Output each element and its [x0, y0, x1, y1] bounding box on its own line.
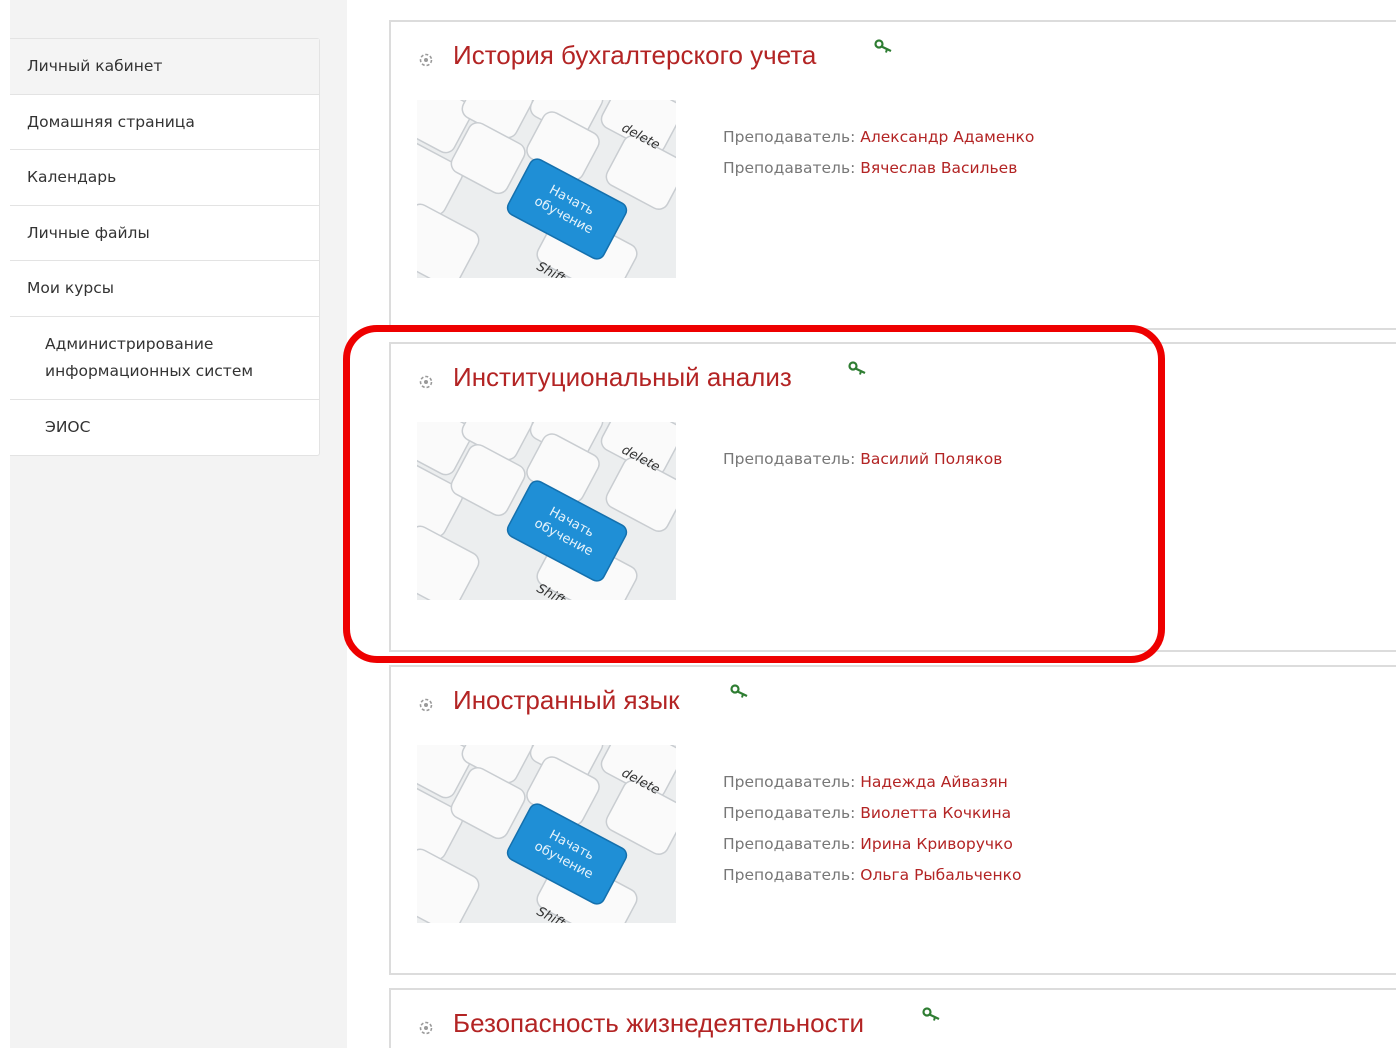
nav-item-home-page[interactable]: Домашняя страница — [10, 95, 319, 150]
left-edge-strip — [0, 0, 10, 1048]
teacher-row: Преподаватель: Вячеслав Васильев — [723, 153, 1034, 184]
teacher-role: Преподаватель: — [723, 773, 856, 791]
teacher-role: Преподаватель: — [723, 835, 856, 853]
course-icon — [419, 1021, 433, 1035]
key-icon — [730, 684, 748, 698]
course-title-link[interactable]: Безопасность жизнедеятельности — [453, 1008, 864, 1039]
teacher-row: Преподаватель: Виолетта Кочкина — [723, 798, 1021, 829]
course-card: Безопасность жизнедеятельности — [389, 988, 1396, 1048]
teacher-role: Преподаватель: — [723, 866, 856, 884]
course-icon — [419, 698, 433, 712]
nav-item-personal-cabinet[interactable]: Личный кабинет — [10, 39, 319, 95]
keyboard-illustration: Начать обучение delete Shift — [417, 745, 676, 923]
teacher-list: Преподаватель: Надежда Айвазян Преподава… — [723, 767, 1021, 891]
page: Личный кабинет Домашняя страница Календа… — [0, 0, 1396, 1048]
course-card: История бухгалтерского учета Начать обуч… — [389, 20, 1396, 330]
course-title-link[interactable]: История бухгалтерского учета — [453, 40, 816, 71]
course-image: Начать обучение delete Shift — [417, 745, 676, 923]
teacher-row: Преподаватель: Ольга Рыбальченко — [723, 860, 1021, 891]
navigation-block: Личный кабинет Домашняя страница Календа… — [10, 38, 320, 456]
teacher-name-link[interactable]: Виолетта Кочкина — [860, 804, 1011, 822]
key-icon — [922, 1007, 940, 1021]
teacher-list: Преподаватель: Василий Поляков — [723, 444, 1002, 475]
nav-item-my-courses[interactable]: Мои курсы — [10, 261, 319, 317]
teacher-row: Преподаватель: Александр Адаменко — [723, 122, 1034, 153]
left-column: Личный кабинет Домашняя страница Календа… — [0, 0, 347, 1048]
course-card: Иностранный язык Начать обучение delete … — [389, 665, 1396, 975]
course-title-link[interactable]: Институциональный анализ — [453, 362, 792, 393]
course-icon — [419, 375, 433, 389]
key-icon — [874, 39, 892, 53]
teacher-name-link[interactable]: Вячеслав Васильев — [860, 159, 1017, 177]
teacher-row: Преподаватель: Ирина Криворучко — [723, 829, 1021, 860]
nav-item-eios[interactable]: ЭИОС — [10, 400, 319, 456]
teacher-name-link[interactable]: Надежда Айвазян — [860, 773, 1008, 791]
teacher-role: Преподаватель: — [723, 128, 856, 146]
course-icon — [419, 53, 433, 67]
course-card: Институциональный анализ Начать обучение… — [389, 342, 1396, 652]
course-image: Начать обучение delete Shift — [417, 422, 676, 600]
nav-item-private-files[interactable]: Личные файлы — [10, 206, 319, 261]
teacher-name-link[interactable]: Василий Поляков — [860, 450, 1002, 468]
course-list: История бухгалтерского учета Начать обуч… — [367, 0, 1396, 1048]
keyboard-illustration: Начать обучение delete Shift — [417, 100, 676, 278]
nav-item-calendar[interactable]: Календарь — [10, 150, 319, 206]
teacher-role: Преподаватель: — [723, 159, 856, 177]
teacher-row: Преподаватель: Надежда Айвазян — [723, 767, 1021, 798]
teacher-name-link[interactable]: Александр Адаменко — [860, 128, 1034, 146]
teacher-name-link[interactable]: Ольга Рыбальченко — [860, 866, 1021, 884]
teacher-row: Преподаватель: Василий Поляков — [723, 444, 1002, 475]
teacher-list: Преподаватель: Александр Адаменко Препод… — [723, 122, 1034, 184]
key-icon — [848, 361, 866, 375]
course-image: Начать обучение delete Shift — [417, 100, 676, 278]
nav-item-course-admin-info-systems[interactable]: Администрирование информационных систем — [10, 317, 319, 400]
keyboard-illustration: Начать обучение delete Shift — [417, 422, 676, 600]
teacher-role: Преподаватель: — [723, 450, 856, 468]
course-title-link[interactable]: Иностранный язык — [453, 685, 680, 716]
teacher-role: Преподаватель: — [723, 804, 856, 822]
teacher-name-link[interactable]: Ирина Криворучко — [860, 835, 1013, 853]
